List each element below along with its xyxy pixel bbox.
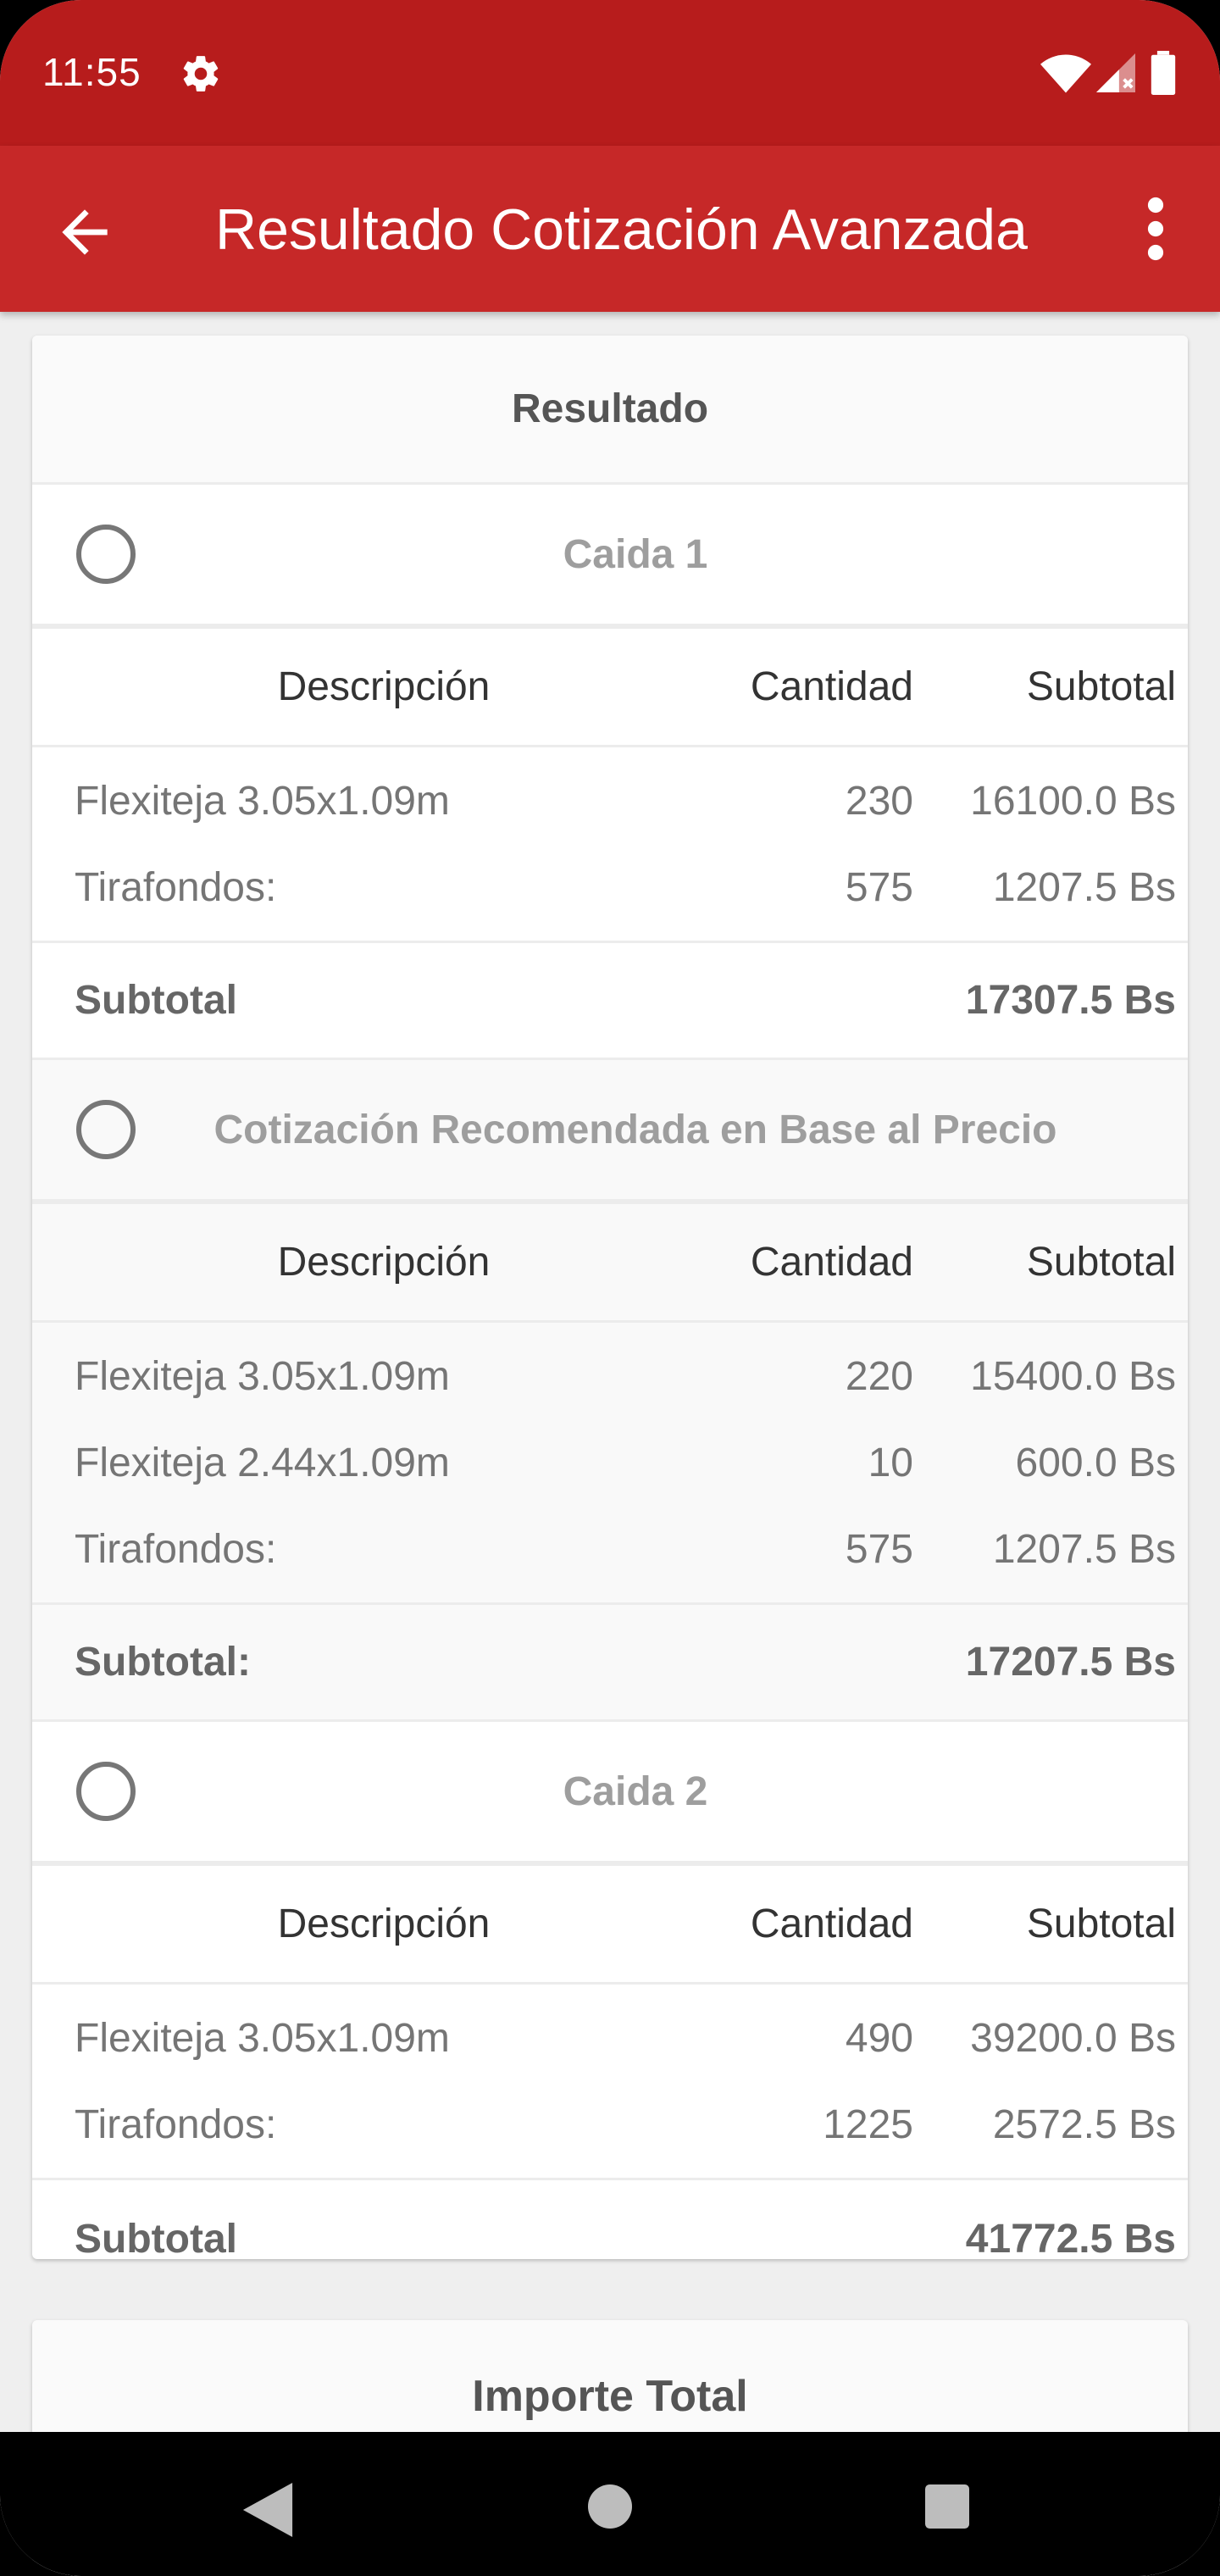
table-header: Descripción Cantidad Subtotal [32,1204,1188,1323]
nav-back-icon[interactable] [242,2483,293,2537]
subtotal-row: Subtotal 17307.5 Bs [32,943,1188,1060]
gear-icon [183,56,219,92]
battery-icon [1151,51,1176,95]
total-card-title: Importe Total [472,2372,748,2421]
more-vert-icon[interactable] [1132,193,1179,264]
column-header-quantity: Cantidad [750,1240,913,1285]
subtotal-label: Subtotal [75,978,237,1023]
option-recommended[interactable]: Cotización Recomendada en Base al Precio [32,1060,1188,1204]
radio-button[interactable] [76,525,136,584]
status-time: 11:55 [42,50,141,94]
subtotal-value: 41772.5 Bs [965,2216,1176,2260]
column-header-quantity: Cantidad [750,664,913,709]
subtotal-label: Subtotal [75,2216,237,2260]
table-header: Descripción Cantidad Subtotal [32,1866,1188,1985]
subtotal-label: Subtotal: [75,1640,251,1685]
row-description: Tirafondos: [75,2101,277,2147]
column-header-subtotal: Subtotal [1026,1901,1176,1946]
row-quantity: 230 [845,778,913,824]
row-description: Tirafondos: [75,864,277,910]
row-description: Tirafondos: [75,1526,277,1572]
column-header-description: Descripción [277,1901,491,1946]
page-title: Resultado Cotización Avanzada [215,197,1028,262]
system-nav-bar [0,2432,1220,2576]
subtotal-row: Subtotal: 17207.5 Bs [32,1605,1188,1722]
table-row: Tirafondos: 575 1207.5 Bs [32,844,1188,930]
table-header: Descripción Cantidad Subtotal [32,629,1188,747]
subtotal-value: 17207.5 Bs [965,1640,1176,1685]
nav-recents-icon[interactable] [925,2484,969,2529]
back-arrow-icon[interactable] [51,198,119,266]
wifi-icon [1040,54,1091,93]
row-description: Flexiteja 3.05x1.09m [75,778,450,824]
result-card-title: Resultado [511,386,709,431]
row-quantity: 575 [845,864,913,910]
column-header-subtotal: Subtotal [1026,1240,1176,1285]
radio-button[interactable] [76,1762,136,1821]
nav-home-icon[interactable] [588,2484,632,2529]
table-row: Tirafondos: 575 1207.5 Bs [32,1506,1188,1592]
radio-button[interactable] [76,1100,136,1159]
table-row: Flexiteja 3.05x1.09m 220 15400.0 Bs [32,1333,1188,1419]
phone-screen: 11:55 Resultado Cotización Avanzada Resu… [0,0,1220,2576]
option-caida-2[interactable]: Caida 2 [32,1722,1188,1866]
subtotal-value: 17307.5 Bs [965,978,1176,1023]
column-header-description: Descripción [277,1240,491,1285]
row-subtotal: 2572.5 Bs [992,2101,1176,2147]
result-card-header: Resultado [32,336,1188,485]
table-row: Flexiteja 3.05x1.09m 230 16100.0 Bs [32,758,1188,844]
row-subtotal: 1207.5 Bs [992,1526,1176,1572]
option-label: Cotización Recomendada en Base al Precio [214,1107,1057,1152]
table-body: Flexiteja 3.05x1.09m 490 39200.0 Bs Tira… [32,1985,1188,2180]
table-body: Flexiteja 3.05x1.09m 230 16100.0 Bs Tira… [32,747,1188,943]
subtotal-row: Subtotal 41772.5 Bs [32,2180,1188,2260]
option-label: Caida 1 [563,531,708,577]
row-description: Flexiteja 3.05x1.09m [75,1353,450,1399]
table-row: Flexiteja 2.44x1.09m 10 600.0 Bs [32,1419,1188,1506]
status-bar: 11:55 [0,0,1220,146]
column-header-subtotal: Subtotal [1026,664,1176,709]
table-body: Flexiteja 3.05x1.09m 220 15400.0 Bs Flex… [32,1323,1188,1605]
row-quantity: 490 [845,2015,913,2061]
column-header-description: Descripción [277,664,491,709]
row-subtotal: 16100.0 Bs [970,778,1176,824]
row-subtotal: 15400.0 Bs [970,1353,1176,1399]
table-row: Tirafondos: 1225 2572.5 Bs [32,2081,1188,2168]
row-subtotal: 39200.0 Bs [970,2015,1176,2061]
result-card: Resultado Caida 1 Descripción Cantidad S… [32,336,1188,2259]
row-description: Flexiteja 2.44x1.09m [75,1440,450,1485]
row-quantity: 1225 [823,2101,913,2147]
row-subtotal: 600.0 Bs [1015,1440,1176,1485]
table-row: Flexiteja 3.05x1.09m 490 39200.0 Bs [32,1995,1188,2081]
option-caida-1[interactable]: Caida 1 [32,485,1188,629]
signal-icon [1096,53,1135,92]
row-description: Flexiteja 3.05x1.09m [75,2015,450,2061]
row-quantity: 220 [845,1353,913,1399]
row-quantity: 575 [845,1526,913,1572]
option-label: Caida 2 [563,1768,708,1814]
row-subtotal: 1207.5 Bs [992,864,1176,910]
app-bar: Resultado Cotización Avanzada [0,146,1220,312]
column-header-quantity: Cantidad [750,1901,913,1946]
row-quantity: 10 [868,1440,913,1485]
